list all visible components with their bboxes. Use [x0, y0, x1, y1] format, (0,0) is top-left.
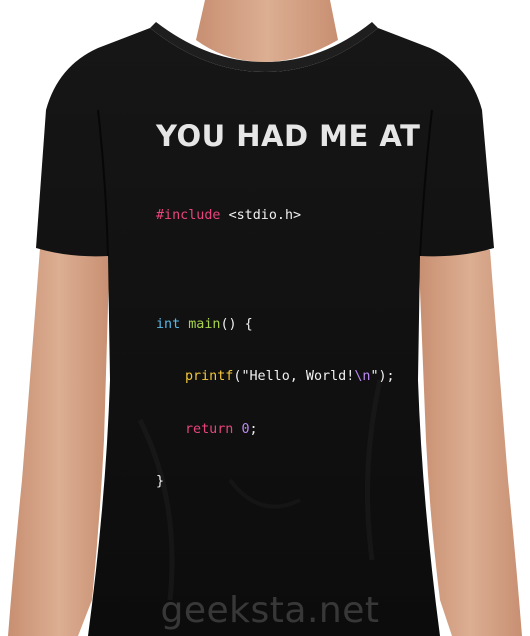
- code-return-value: 0: [241, 421, 250, 437]
- code-include-header: <stdio.h>: [228, 208, 302, 223]
- code-printf-name: printf: [185, 369, 234, 384]
- code-signature-rest: () {: [220, 316, 253, 332]
- shirt-print: YOU HAD ME AT #include <stdio.h> int mai…: [156, 122, 456, 526]
- code-type-keyword: int: [156, 316, 181, 332]
- code-line-printf: printf("Hello, World!\n");: [156, 368, 456, 386]
- left-arm: [8, 240, 110, 636]
- code-printf-close: );: [378, 369, 395, 384]
- code-block: #include <stdio.h> int main() { printf("…: [156, 172, 456, 526]
- code-line-main: int main() {: [156, 316, 456, 334]
- code-return-semicolon: ;: [249, 421, 258, 437]
- code-printf-string: "Hello, World!: [241, 369, 355, 384]
- code-return-keyword: return: [185, 421, 234, 437]
- code-function-name: main: [188, 316, 221, 332]
- tshirt-photo: YOU HAD ME AT #include <stdio.h> int mai…: [0, 0, 530, 636]
- headline-text: YOU HAD ME AT: [156, 119, 421, 153]
- code-printf-string-end: ": [370, 369, 379, 384]
- watermark-text: geeksta.net: [160, 590, 380, 631]
- code-line-return: return 0;: [156, 421, 456, 439]
- code-printf-escape: \n: [354, 369, 371, 384]
- code-include-directive: #include: [156, 208, 221, 223]
- code-line-closing: }: [156, 473, 456, 491]
- neck: [196, 0, 338, 62]
- code-closing-brace: }: [156, 474, 165, 489]
- code-line-include: #include <stdio.h>: [156, 207, 456, 225]
